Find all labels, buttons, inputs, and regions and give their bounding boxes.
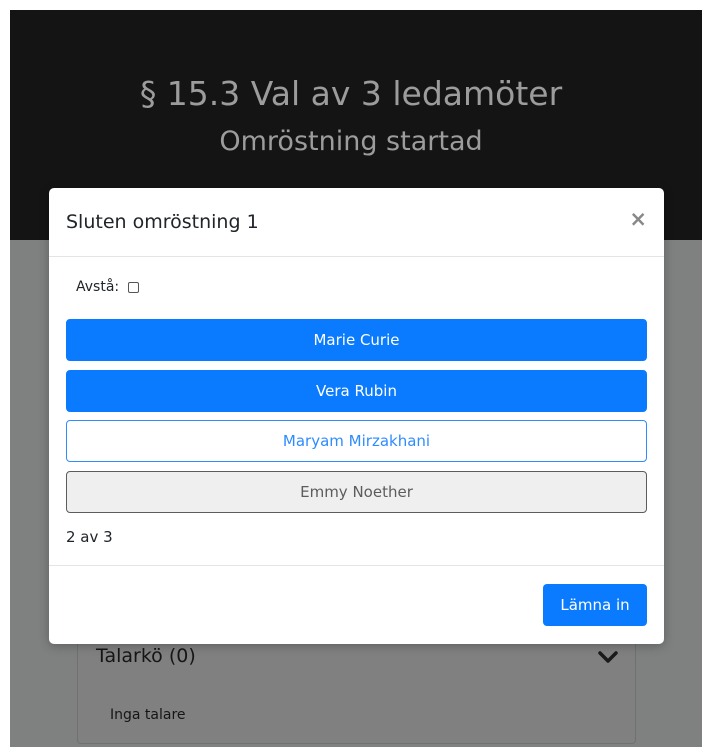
candidate-button-maryam-mirzakhani[interactable]: Maryam Mirzakhani [66, 420, 647, 462]
close-icon[interactable]: × [629, 207, 647, 231]
modal-footer: Lämna in [49, 565, 664, 645]
vote-modal: Sluten omröstning 1 × Avstå: Marie Curie… [49, 188, 664, 644]
modal-header: Sluten omröstning 1 × [49, 188, 664, 257]
candidate-button-vera-rubin[interactable]: Vera Rubin [66, 370, 647, 412]
abstain-checkbox[interactable] [128, 281, 140, 293]
page: § 15.3 Val av 3 ledamöter Omröstning sta… [0, 0, 702, 747]
selection-count: 2 av 3 [66, 528, 113, 546]
candidate-button-emmy-noether[interactable]: Emmy Noether [66, 471, 647, 513]
speaker-queue-title: Talarkö (0) [96, 645, 196, 667]
vote-status: Omröstning startad [219, 126, 483, 157]
abstain-label: Avstå: [76, 279, 120, 295]
speaker-queue-empty: Inga talare [110, 707, 186, 723]
candidate-button-marie-curie[interactable]: Marie Curie [66, 319, 647, 361]
modal-title: Sluten omröstning 1 [66, 211, 259, 233]
page-title: § 15.3 Val av 3 ledamöter [139, 74, 563, 113]
submit-button[interactable]: Lämna in [543, 584, 647, 626]
chevron-down-icon [598, 651, 618, 663]
abstain-row: Avstå: [76, 277, 140, 297]
